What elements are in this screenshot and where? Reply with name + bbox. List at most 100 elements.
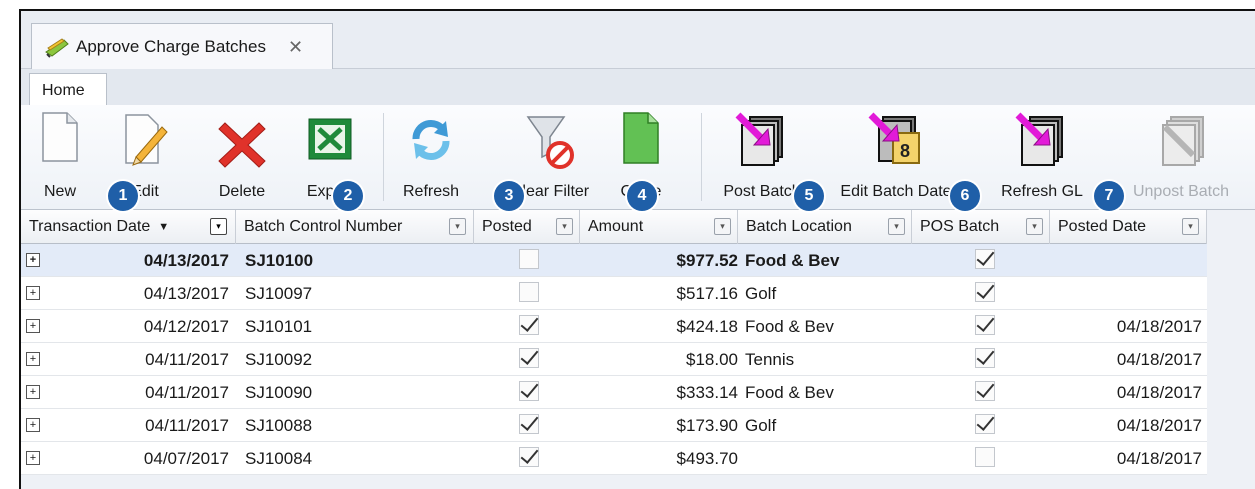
expand-row-icon[interactable]: + xyxy=(26,451,40,465)
pos-batch-checkbox[interactable] xyxy=(975,414,995,434)
transaction-date-cell: 04/13/2017 xyxy=(143,283,229,303)
posted-checkbox[interactable] xyxy=(519,249,539,269)
column-header-batch-control-number[interactable]: Batch Control Number ▾ xyxy=(236,210,474,244)
table-row[interactable]: + 04/11/2017 SJ10090 $333.14 Food & Bev … xyxy=(21,376,1207,409)
column-title: POS Batch xyxy=(920,218,1000,235)
document-tab-strip: Approve Charge Batches ✕ xyxy=(21,11,1255,70)
new-button[interactable]: New xyxy=(29,105,91,210)
expand-row-icon[interactable]: + xyxy=(26,319,40,333)
column-header-transaction-date[interactable]: Transaction Date ▼ ▾ xyxy=(21,210,236,244)
transaction-date-cell: 04/11/2017 xyxy=(145,349,229,369)
posted-checkbox[interactable] xyxy=(519,414,539,434)
delete-button[interactable]: Delete xyxy=(199,105,285,210)
filter-dropdown-icon[interactable]: ▾ xyxy=(888,218,905,235)
pos-batch-checkbox[interactable] xyxy=(975,381,995,401)
unpost-batch-button[interactable]: Unpost Batch xyxy=(1111,105,1251,210)
table-row[interactable]: + 04/12/2017 SJ10101 $424.18 Food & Bev … xyxy=(21,310,1207,343)
batch-number-cell: SJ10100 xyxy=(245,250,314,270)
callout-badge: 3 xyxy=(494,181,524,211)
ribbon-tab-strip: Home xyxy=(21,69,1255,106)
posted-date-cell: 04/18/2017 xyxy=(1116,448,1202,468)
filter-dropdown-icon[interactable]: ▾ xyxy=(210,218,227,235)
expand-row-icon[interactable]: + xyxy=(26,253,40,267)
column-header-posted[interactable]: Posted ▾ xyxy=(474,210,580,244)
expand-row-icon[interactable]: + xyxy=(26,352,40,366)
excel-icon xyxy=(308,118,352,160)
filter-dropdown-icon[interactable]: ▾ xyxy=(556,218,573,235)
close-tab-icon[interactable]: ✕ xyxy=(288,37,303,58)
posted-checkbox[interactable] xyxy=(519,348,539,368)
filter-dropdown-icon[interactable]: ▾ xyxy=(1026,218,1043,235)
expand-row-icon[interactable]: + xyxy=(26,385,40,399)
filter-dropdown-icon[interactable]: ▾ xyxy=(714,218,731,235)
refresh-label: Refresh xyxy=(402,183,460,200)
transaction-date-cell: 04/11/2017 xyxy=(145,415,229,435)
column-header-amount[interactable]: Amount ▾ xyxy=(580,210,738,244)
transaction-date-cell: 04/11/2017 xyxy=(145,382,229,402)
svg-text:8: 8 xyxy=(900,141,910,161)
grid-header: Transaction Date ▼ ▾ Batch Control Numbe… xyxy=(21,210,1207,244)
table-row[interactable]: + 04/07/2017 SJ10084 $493.70 04/18/2017 xyxy=(21,442,1207,475)
batch-location-cell: Food & Bev xyxy=(745,316,834,336)
posted-date-cell: 04/18/2017 xyxy=(1116,316,1202,336)
tab-home[interactable]: Home xyxy=(29,73,107,106)
pos-batch-checkbox[interactable] xyxy=(975,282,995,302)
callout-badge: 7 xyxy=(1094,181,1124,211)
refresh-button[interactable]: Refresh xyxy=(393,105,469,210)
edit-batch-date-button[interactable]: 8 Edit Batch Date xyxy=(829,105,963,210)
blank-document-icon xyxy=(42,112,78,162)
refresh-arrows-icon xyxy=(412,119,450,161)
column-title: Amount xyxy=(588,218,644,235)
filter-dropdown-icon[interactable]: ▾ xyxy=(449,218,466,235)
expand-row-icon[interactable]: + xyxy=(26,418,40,432)
column-header-pos-batch[interactable]: POS Batch ▾ xyxy=(912,210,1050,244)
posted-checkbox[interactable] xyxy=(519,282,539,302)
calendar-batch-icon: 8 xyxy=(868,112,920,164)
filter-dropdown-icon[interactable]: ▾ xyxy=(1182,218,1199,235)
callout-badge: 4 xyxy=(627,181,657,211)
edit-batch-date-label: Edit Batch Date xyxy=(840,183,952,200)
red-x-icon xyxy=(218,122,266,168)
table-row[interactable]: + 04/11/2017 SJ10088 $173.90 Golf 04/18/… xyxy=(21,409,1207,442)
refresh-gl-icon xyxy=(1015,112,1063,166)
pos-batch-checkbox[interactable] xyxy=(975,348,995,368)
posted-date-cell: 04/18/2017 xyxy=(1116,349,1202,369)
green-document-icon xyxy=(623,112,659,164)
batch-number-cell: SJ10097 xyxy=(245,283,313,303)
column-header-posted-date[interactable]: Posted Date ▾ xyxy=(1050,210,1207,244)
new-label: New xyxy=(43,183,76,200)
amount-cell: $977.52 xyxy=(676,250,738,270)
app-window: Approve Charge Batches ✕ Home New Edit D… xyxy=(19,9,1255,489)
callout-badge: 1 xyxy=(108,181,138,211)
pos-batch-checkbox[interactable] xyxy=(975,249,995,269)
batch-location-cell: Food & Bev xyxy=(745,250,840,270)
sort-descending-icon: ▼ xyxy=(158,221,170,233)
amount-cell: $493.70 xyxy=(676,448,738,468)
callout-badge: 5 xyxy=(794,181,824,211)
amount-cell: $424.18 xyxy=(676,316,738,336)
amount-cell: $333.14 xyxy=(676,382,738,402)
table-row[interactable]: + 04/13/2017 SJ10097 $517.16 Golf xyxy=(21,277,1207,310)
column-header-batch-location[interactable]: Batch Location ▾ xyxy=(738,210,912,244)
table-row[interactable]: + 04/11/2017 SJ10092 $18.00 Tennis 04/18… xyxy=(21,343,1207,376)
amount-cell: $517.16 xyxy=(676,283,738,303)
callout-badge: 6 xyxy=(950,181,980,211)
amount-cell: $18.00 xyxy=(686,349,738,369)
transaction-date-cell: 04/12/2017 xyxy=(143,316,229,336)
posted-checkbox[interactable] xyxy=(519,447,539,467)
posted-checkbox[interactable] xyxy=(519,381,539,401)
batch-grid: + 04/13/2017 SJ10100 $977.52 Food & Bev … xyxy=(21,244,1207,475)
batch-location-cell: Golf xyxy=(745,283,777,303)
pos-batch-checkbox[interactable] xyxy=(975,447,995,467)
transaction-date-cell: 04/07/2017 xyxy=(143,448,229,468)
table-row[interactable]: + 04/13/2017 SJ10100 $977.52 Food & Bev xyxy=(21,244,1207,277)
column-title: Posted xyxy=(482,218,532,235)
pencil-document-icon xyxy=(125,114,168,166)
posted-checkbox[interactable] xyxy=(519,315,539,335)
expand-row-icon[interactable]: + xyxy=(26,286,40,300)
approve-batches-icon xyxy=(45,38,69,58)
refresh-gl-button[interactable]: Refresh GL xyxy=(989,105,1095,210)
document-tab[interactable]: Approve Charge Batches ✕ xyxy=(31,23,333,70)
pos-batch-checkbox[interactable] xyxy=(975,315,995,335)
column-title: Batch Location xyxy=(746,218,852,235)
